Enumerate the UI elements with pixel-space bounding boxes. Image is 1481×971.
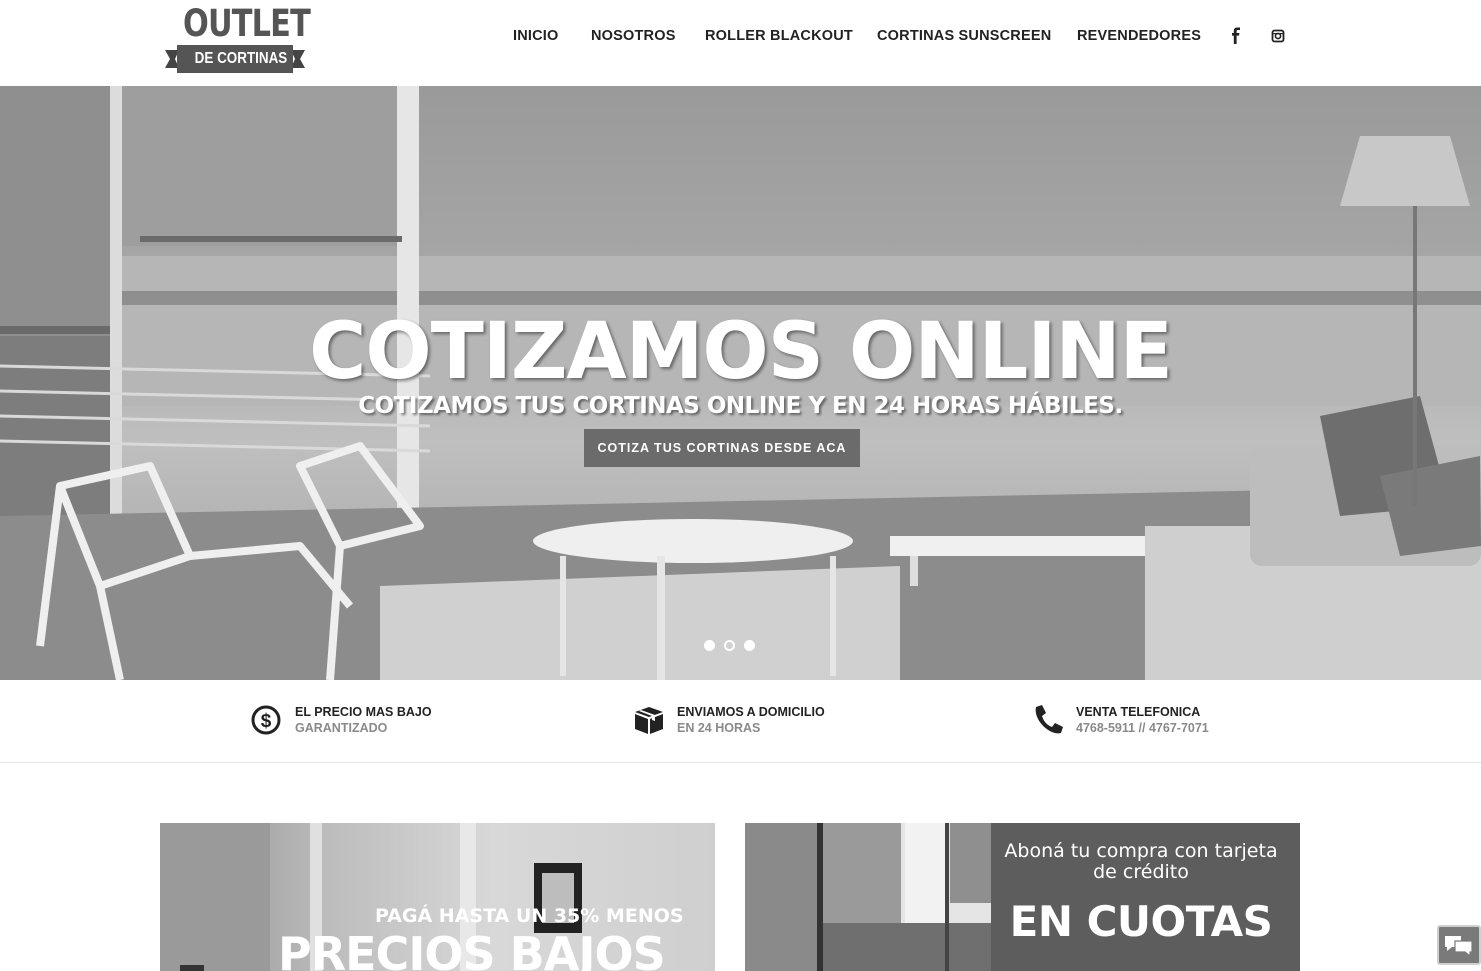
slider-dot-3[interactable]	[744, 640, 755, 651]
feature-price-title: EL PRECIO MAS BAJO	[295, 705, 432, 719]
slider-dot-2[interactable]	[724, 640, 735, 651]
feature-phone-numbers: 4768-5911 // 4767-7071	[1076, 721, 1209, 735]
logo-top-text: OUTLET	[183, 2, 311, 45]
chat-widget-button[interactable]	[1437, 925, 1481, 965]
feature-price: $ EL PRECIO MAS BAJO GARANTIZADO	[251, 702, 511, 742]
facebook-icon[interactable]	[1229, 27, 1243, 45]
feature-phone: VENTA TELEFONICA 4768-5911 // 4767-7071	[1032, 702, 1292, 742]
hero-subtitle: COTIZAMOS TUS CORTINAS ONLINE Y EN 24 HO…	[358, 393, 1123, 419]
promo-installments-title: EN CUOTAS	[1009, 897, 1273, 946]
dollar-icon: $	[251, 705, 281, 735]
box-icon	[635, 707, 663, 734]
site-logo[interactable]: OUTLET DE CORTINAS	[165, 2, 311, 76]
promo-installments-text: Aboná tu compra con tarjeta de crédito	[1004, 840, 1278, 883]
svg-text:$: $	[261, 711, 272, 732]
hero-slider: COTIZAMOS ONLINE COTIZAMOS TUS CORTINAS …	[0, 86, 1481, 680]
features-bar: $ EL PRECIO MAS BAJO GARANTIZADO ENVIAMO…	[0, 680, 1481, 763]
nav-revendedores[interactable]: REVENDEDORES	[1077, 26, 1201, 46]
nav-inicio[interactable]: INICIO	[513, 26, 559, 46]
nav-nosotros[interactable]: NOSOTROS	[591, 26, 676, 46]
feature-phone-title: VENTA TELEFONICA	[1076, 705, 1201, 719]
feature-shipping: ENVIAMOS A DOMICILIO EN 24 HORAS	[633, 702, 893, 742]
hero-title: COTIZAMOS ONLINE	[309, 307, 1173, 397]
nav-cortinas-sunscreen[interactable]: CORTINAS SUNSCREEN	[877, 26, 1051, 46]
feature-shipping-subtitle: EN 24 HORAS	[677, 721, 761, 735]
promo-installments[interactable]: Aboná tu compra con tarjeta de crédito E…	[745, 823, 1300, 971]
promo-low-prices[interactable]: PAGÁ HASTA UN 35% MENOS PRECIOS BAJOS	[160, 823, 715, 971]
promo-low-prices-title: PRECIOS BAJOS	[278, 927, 666, 971]
feature-price-subtitle: GARANTIZADO	[295, 721, 388, 735]
site-header: OUTLET DE CORTINAS INICIO NOSOTROS ROLLE…	[0, 0, 1481, 86]
nav-roller-blackout[interactable]: ROLLER BLACKOUT	[705, 26, 853, 46]
quote-cta-button[interactable]: COTIZA TUS CORTINAS DESDE ACA	[584, 429, 860, 467]
logo-bottom-text: DE CORTINAS	[194, 50, 288, 67]
instagram-icon[interactable]	[1271, 27, 1285, 45]
feature-shipping-title: ENVIAMOS A DOMICILIO	[677, 705, 825, 719]
chat-icon	[1445, 936, 1473, 958]
slider-pagination	[700, 640, 760, 654]
slider-dot-1[interactable]	[704, 640, 715, 651]
phone-icon	[1035, 705, 1063, 734]
